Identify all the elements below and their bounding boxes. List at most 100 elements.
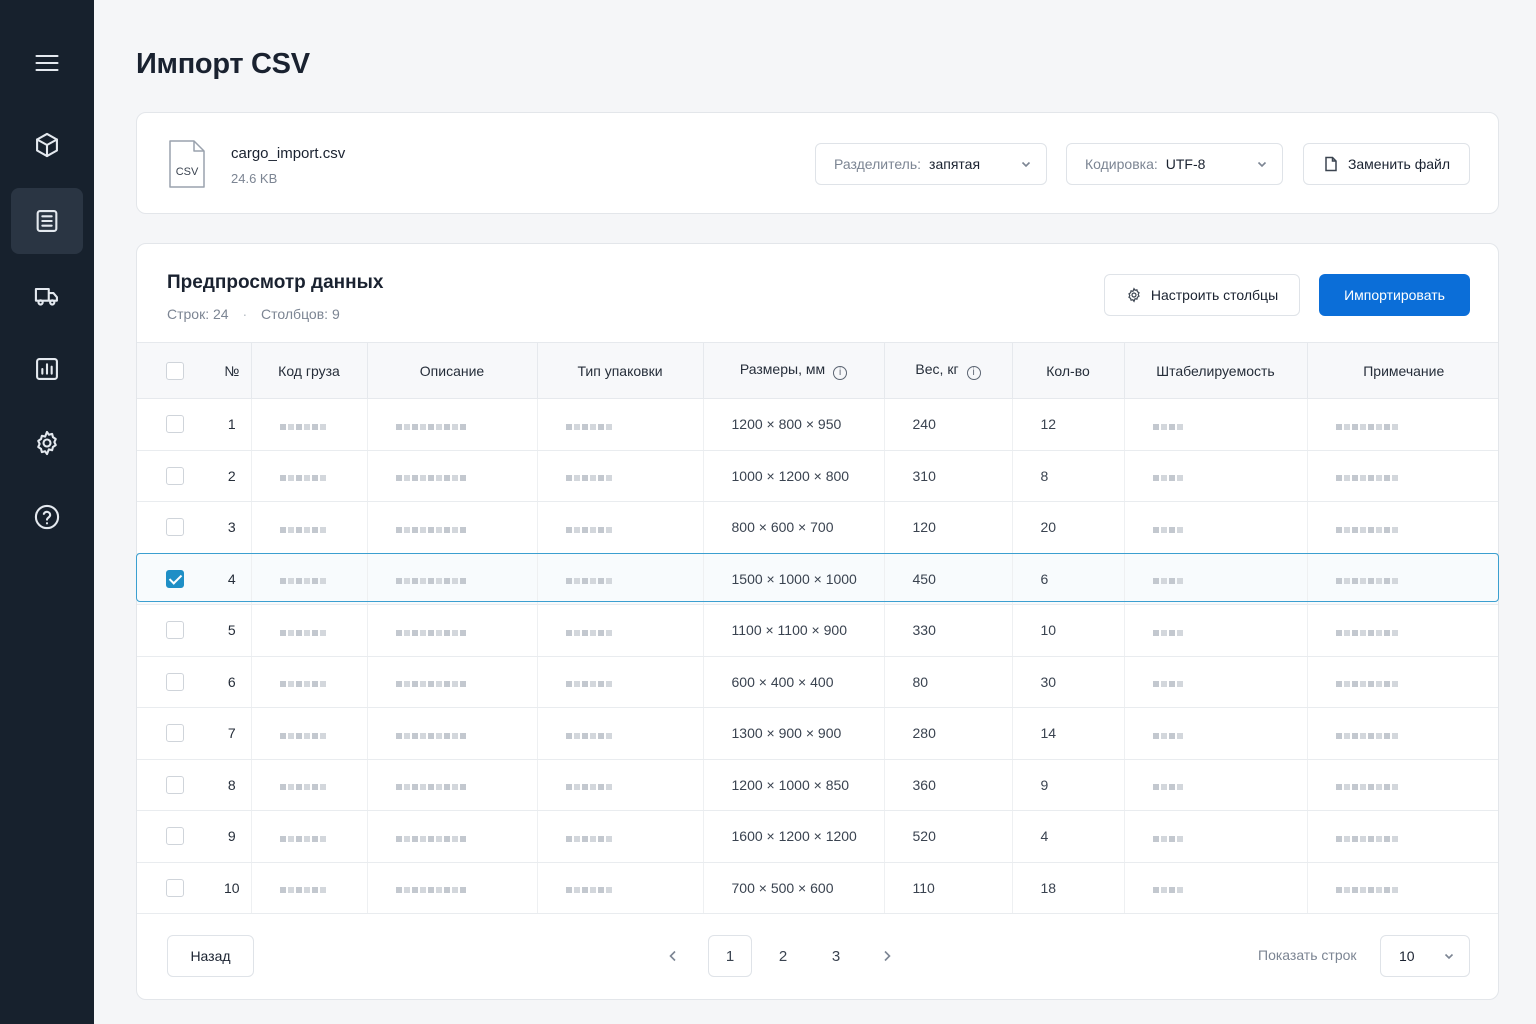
chevron-down-icon	[1444, 953, 1454, 960]
row-checkbox[interactable]	[166, 672, 184, 691]
cell-weight: 450	[883, 553, 1012, 605]
prev-page-button[interactable]	[651, 935, 695, 977]
row-checkbox[interactable]	[166, 878, 184, 897]
replace-file-button[interactable]: Заменить файл	[1303, 143, 1470, 185]
page-title: Импорт CSV	[136, 48, 310, 80]
row-checkbox[interactable]	[166, 621, 184, 640]
masked-value	[1152, 829, 1185, 845]
header-stack: Штабелируемость	[1123, 342, 1307, 399]
cell-pack	[536, 656, 703, 708]
cell-dims: 600 × 400 × 400	[702, 656, 884, 708]
configure-columns-button[interactable]: Настроить столбцы	[1104, 274, 1300, 316]
cols-count-value: 9	[331, 306, 340, 322]
info-icon[interactable]: i	[833, 366, 848, 380]
masked-value	[1335, 829, 1400, 845]
menu-button[interactable]	[11, 30, 83, 96]
row-num: 6	[213, 656, 251, 708]
sidebar-item-import[interactable]	[11, 188, 83, 254]
table-body: 1 1200 × 800 × 950 240 12 2 1000 × 1200 × 800…	[137, 398, 1498, 914]
table-row[interactable]: 3 800 × 600 × 700 120 20	[137, 501, 1498, 554]
cell-dims: 1500 × 1000 × 1000	[702, 553, 884, 605]
page-button-3[interactable]: 3	[814, 935, 858, 977]
file-card: CSV cargo_import.csv 24.6 KB Разделитель…	[136, 112, 1499, 214]
masked-value	[279, 829, 328, 845]
cell-qty: 12	[1011, 398, 1124, 451]
row-checkbox[interactable]	[166, 415, 184, 434]
masked-value	[565, 777, 614, 793]
row-checkbox[interactable]	[166, 724, 184, 743]
cell-desc	[366, 707, 537, 760]
rows-per-page-label: Показать строк	[1258, 947, 1357, 963]
preview-table: № Код груза Описание Тип упаковки Размер…	[137, 342, 1498, 914]
cell-dims: 1000 × 1200 × 800	[702, 450, 884, 502]
cell-note	[1306, 656, 1498, 708]
row-checkbox[interactable]	[166, 827, 184, 846]
import-button[interactable]: Импортировать	[1319, 274, 1470, 316]
info-icon[interactable]: i	[966, 366, 981, 380]
preview-title: Предпросмотр данных	[167, 272, 384, 293]
cell-note	[1306, 398, 1498, 451]
list-icon	[36, 210, 58, 232]
box-icon	[36, 132, 58, 158]
masked-value	[565, 571, 614, 587]
masked-value	[1335, 417, 1400, 433]
table-row[interactable]: 7 1300 × 900 × 900 280 14	[137, 707, 1498, 760]
masked-value	[1152, 571, 1185, 587]
sidebar-item-help[interactable]	[11, 484, 83, 550]
table-row[interactable]: 8 1200 × 1000 × 850 360 9	[137, 759, 1498, 811]
encoding-select[interactable]: Кодировка: UTF-8	[1066, 143, 1283, 185]
cell-stack	[1123, 656, 1307, 708]
row-checkbox[interactable]	[166, 466, 184, 485]
cell-weight: 80	[883, 656, 1012, 708]
row-checkbox-cell	[137, 656, 213, 708]
rows-per-page-select[interactable]: 10	[1380, 935, 1470, 977]
row-checkbox[interactable]	[166, 775, 184, 794]
page-button-1[interactable]: 1	[708, 935, 752, 977]
header-dims: Размеры, мм	[739, 361, 826, 377]
next-page-button[interactable]	[865, 935, 909, 977]
row-checkbox-cell	[137, 862, 213, 914]
cell-stack	[1123, 862, 1307, 914]
preview-meta: Строк: 24 · Столбцов: 9	[167, 306, 340, 322]
cell-weight: 520	[883, 810, 1012, 863]
masked-value	[565, 417, 614, 433]
sidebar-item-shipping[interactable]	[11, 263, 83, 329]
sidebar-item-cargo[interactable]	[11, 112, 83, 178]
cell-qty: 9	[1011, 759, 1124, 811]
masked-value	[279, 726, 328, 742]
cell-pack	[536, 810, 703, 863]
page-button-2[interactable]: 2	[761, 935, 805, 977]
masked-value	[565, 880, 614, 896]
row-num: 8	[213, 759, 251, 811]
table-row[interactable]: 2 1000 × 1200 × 800 310 8	[137, 450, 1498, 502]
masked-value	[1335, 880, 1400, 896]
cell-note	[1306, 810, 1498, 863]
table-row[interactable]: 5 1100 × 1100 × 900 330 10	[137, 604, 1498, 657]
delimiter-select[interactable]: Разделитель: запятая	[815, 143, 1047, 185]
chart-icon	[36, 358, 58, 380]
cell-pack	[536, 553, 703, 605]
row-checkbox[interactable]	[166, 569, 184, 588]
table-row[interactable]: 1 1200 × 800 × 950 240 12	[137, 398, 1498, 451]
row-checkbox-cell	[137, 810, 213, 863]
file-icon	[1325, 156, 1337, 172]
cell-qty: 10	[1011, 604, 1124, 657]
cell-qty: 6	[1011, 553, 1124, 605]
table-row[interactable]: 6 600 × 400 × 400 80 30	[137, 656, 1498, 708]
table-row[interactable]: 4 1500 × 1000 × 1000 450 6	[137, 553, 1498, 605]
cell-pack	[536, 604, 703, 657]
row-checkbox[interactable]	[166, 518, 184, 537]
masked-value	[565, 674, 614, 690]
table-row[interactable]: 10 700 × 500 × 600 110 18	[137, 862, 1498, 914]
masked-value	[279, 623, 328, 639]
masked-value	[395, 674, 468, 690]
back-button[interactable]: Назад	[167, 935, 254, 977]
masked-value	[1335, 726, 1400, 742]
sidebar-item-settings[interactable]	[11, 410, 83, 476]
table-row[interactable]: 9 1600 × 1200 × 1200 520 4	[137, 810, 1498, 863]
row-checkbox-cell	[137, 759, 213, 811]
select-all-checkbox[interactable]	[166, 361, 184, 380]
row-num: 3	[213, 501, 251, 554]
sidebar-item-reports[interactable]	[11, 336, 83, 402]
header-weight-cell: Вес, кг i	[883, 342, 1012, 399]
